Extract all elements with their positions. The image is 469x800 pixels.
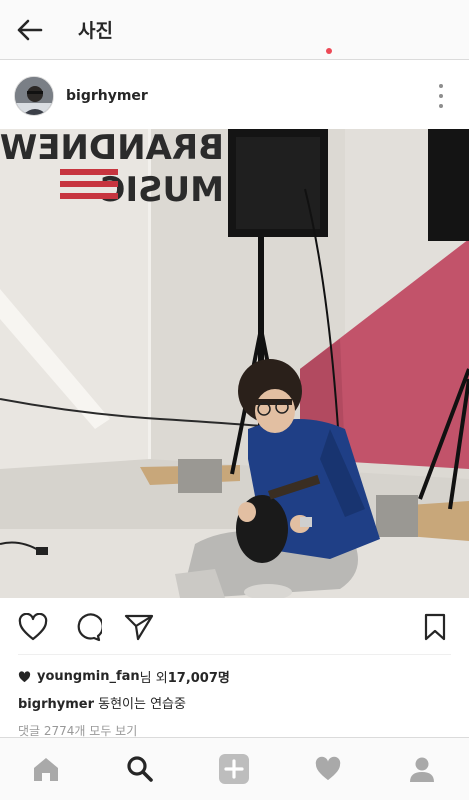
heart-outline-icon xyxy=(18,613,48,641)
home-icon xyxy=(34,758,58,781)
activity-heart-icon xyxy=(315,756,341,781)
sign-text-line1: BRANDNEW xyxy=(0,129,224,168)
bookmark-icon xyxy=(424,613,446,641)
top-bar: 사진 xyxy=(0,0,469,60)
liker-username[interactable]: youngmin_fan xyxy=(37,669,140,684)
share-button[interactable] xyxy=(122,610,156,644)
post-username[interactable]: bigrhymer xyxy=(66,88,148,104)
save-button[interactable] xyxy=(418,610,452,644)
tab-home[interactable] xyxy=(26,752,66,786)
notification-dot xyxy=(326,48,332,54)
like-button[interactable] xyxy=(16,610,50,644)
avatar[interactable] xyxy=(14,76,54,116)
comment-icon xyxy=(77,613,102,642)
more-options-button[interactable] xyxy=(435,84,447,108)
tab-activity[interactable] xyxy=(308,752,348,786)
post-header: bigrhymer xyxy=(0,64,469,128)
sign-text-line2: MUSIC xyxy=(100,170,224,210)
heart-filled-icon xyxy=(18,670,31,682)
tab-profile[interactable] xyxy=(402,752,442,786)
divider xyxy=(18,654,451,655)
more-dot-icon xyxy=(439,84,443,88)
tab-add-post[interactable] xyxy=(214,752,254,786)
comment-button[interactable] xyxy=(70,610,104,644)
bottom-tab-bar xyxy=(0,737,469,800)
more-dot-icon xyxy=(439,94,443,98)
arrow-left-icon xyxy=(17,19,43,40)
profile-icon xyxy=(410,757,434,782)
likes-suffix: 님 외 xyxy=(139,671,168,686)
send-icon xyxy=(124,614,154,641)
caption: bigrhymer 동현이는 연습중 xyxy=(18,693,186,712)
likes-summary: youngmin_fan 님 외 17,007명 xyxy=(18,667,230,686)
caption-username[interactable]: bigrhymer xyxy=(18,697,94,712)
post-photo[interactable]: BRANDNEW MUSIC xyxy=(0,129,469,598)
back-button[interactable] xyxy=(0,0,60,60)
post-actions xyxy=(0,598,469,654)
tab-search[interactable] xyxy=(120,752,160,786)
more-dot-icon xyxy=(439,104,443,108)
likes-count[interactable]: 17,007명 xyxy=(168,667,230,686)
add-post-icon xyxy=(219,754,249,784)
caption-text: 동현이는 연습중 xyxy=(93,697,186,712)
page-title: 사진 xyxy=(78,20,113,42)
search-icon xyxy=(127,756,153,782)
